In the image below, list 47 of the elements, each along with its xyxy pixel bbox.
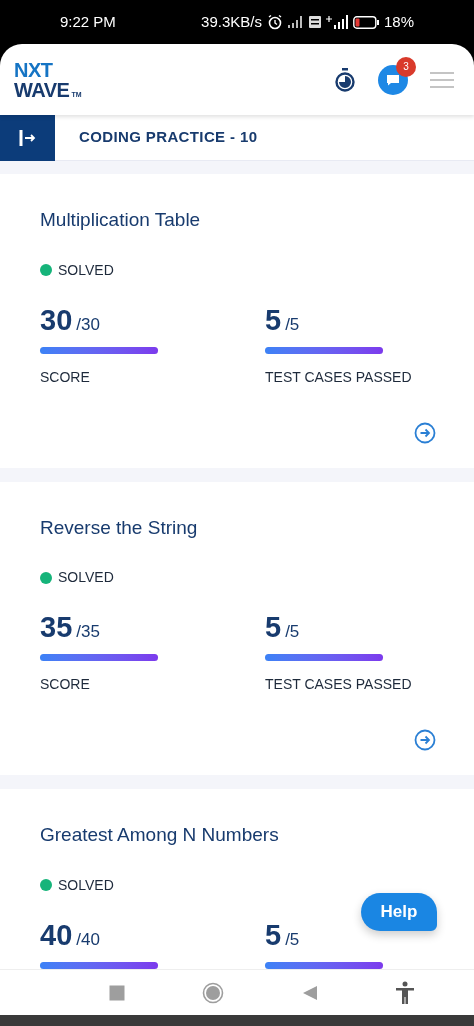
metric-value: 35 <box>40 613 73 642</box>
status-time: 9:22 PM <box>60 11 116 32</box>
metric-total: /30 <box>76 315 100 333</box>
metric-total: /5 <box>285 623 300 640</box>
metric-label: SCORE <box>40 367 90 387</box>
problem-title: Reverse the String <box>40 515 199 540</box>
metric-total: /5 <box>285 315 300 333</box>
signal-icon <box>287 16 304 28</box>
stopwatch-icon[interactable] <box>334 67 356 92</box>
metric-value: 5 <box>265 613 282 642</box>
metric-value: 30 <box>40 305 73 335</box>
metric-total: /5 <box>285 930 300 948</box>
accessibility-icon[interactable] <box>395 980 416 1005</box>
arrow-right-circle-icon[interactable] <box>414 421 436 444</box>
logo-text: NXT <box>14 59 54 80</box>
signal-icon <box>325 15 348 29</box>
recent-apps-icon[interactable] <box>108 984 125 1001</box>
problem-title: Multiplication Table <box>40 208 202 232</box>
metric-label: SCORE <box>40 675 90 694</box>
page-title: CODING PRACTICE - 10 <box>79 127 258 148</box>
problem-card[interactable]: Multiplication Table SOLVED 30/30 SCORE 5/5 TEST CASES PASSED <box>0 174 474 468</box>
metric-label: TEST CASES PASSED <box>265 675 412 694</box>
metric-label: TEST CASES PASSED <box>265 367 412 387</box>
home-icon[interactable] <box>202 981 225 1004</box>
back-icon[interactable] <box>301 984 318 1001</box>
logo-text: WAVE <box>14 79 70 100</box>
problem-title: Greatest Among N Numbers <box>40 823 280 847</box>
network-speed: 39.3KB/s <box>201 11 262 32</box>
metric-value: 40 <box>40 920 73 950</box>
status-text: SOLVED <box>58 260 114 280</box>
help-button[interactable]: Help <box>361 893 437 931</box>
problem-card[interactable]: Reverse the String SOLVED 35/35 SCORE 5/5 TEST CASES PASSED <box>0 481 474 775</box>
metric-total: /35 <box>76 623 100 640</box>
battery-icon <box>352 15 379 29</box>
metric-value: 5 <box>265 920 282 950</box>
battery-percent: 18% <box>383 11 414 32</box>
notification-badge: 3 <box>396 56 416 77</box>
arrow-right-circle-icon[interactable] <box>414 729 436 751</box>
chat-icon <box>386 73 400 86</box>
status-text: SOLVED <box>58 875 114 895</box>
metric-value: 5 <box>265 305 282 335</box>
chat-button[interactable] <box>378 64 408 95</box>
metric-total: /40 <box>76 930 100 948</box>
status-text: SOLVED <box>58 568 114 587</box>
alarm-icon <box>266 14 283 30</box>
sidebar-toggle-button[interactable] <box>0 114 55 161</box>
expand-icon <box>17 127 38 148</box>
